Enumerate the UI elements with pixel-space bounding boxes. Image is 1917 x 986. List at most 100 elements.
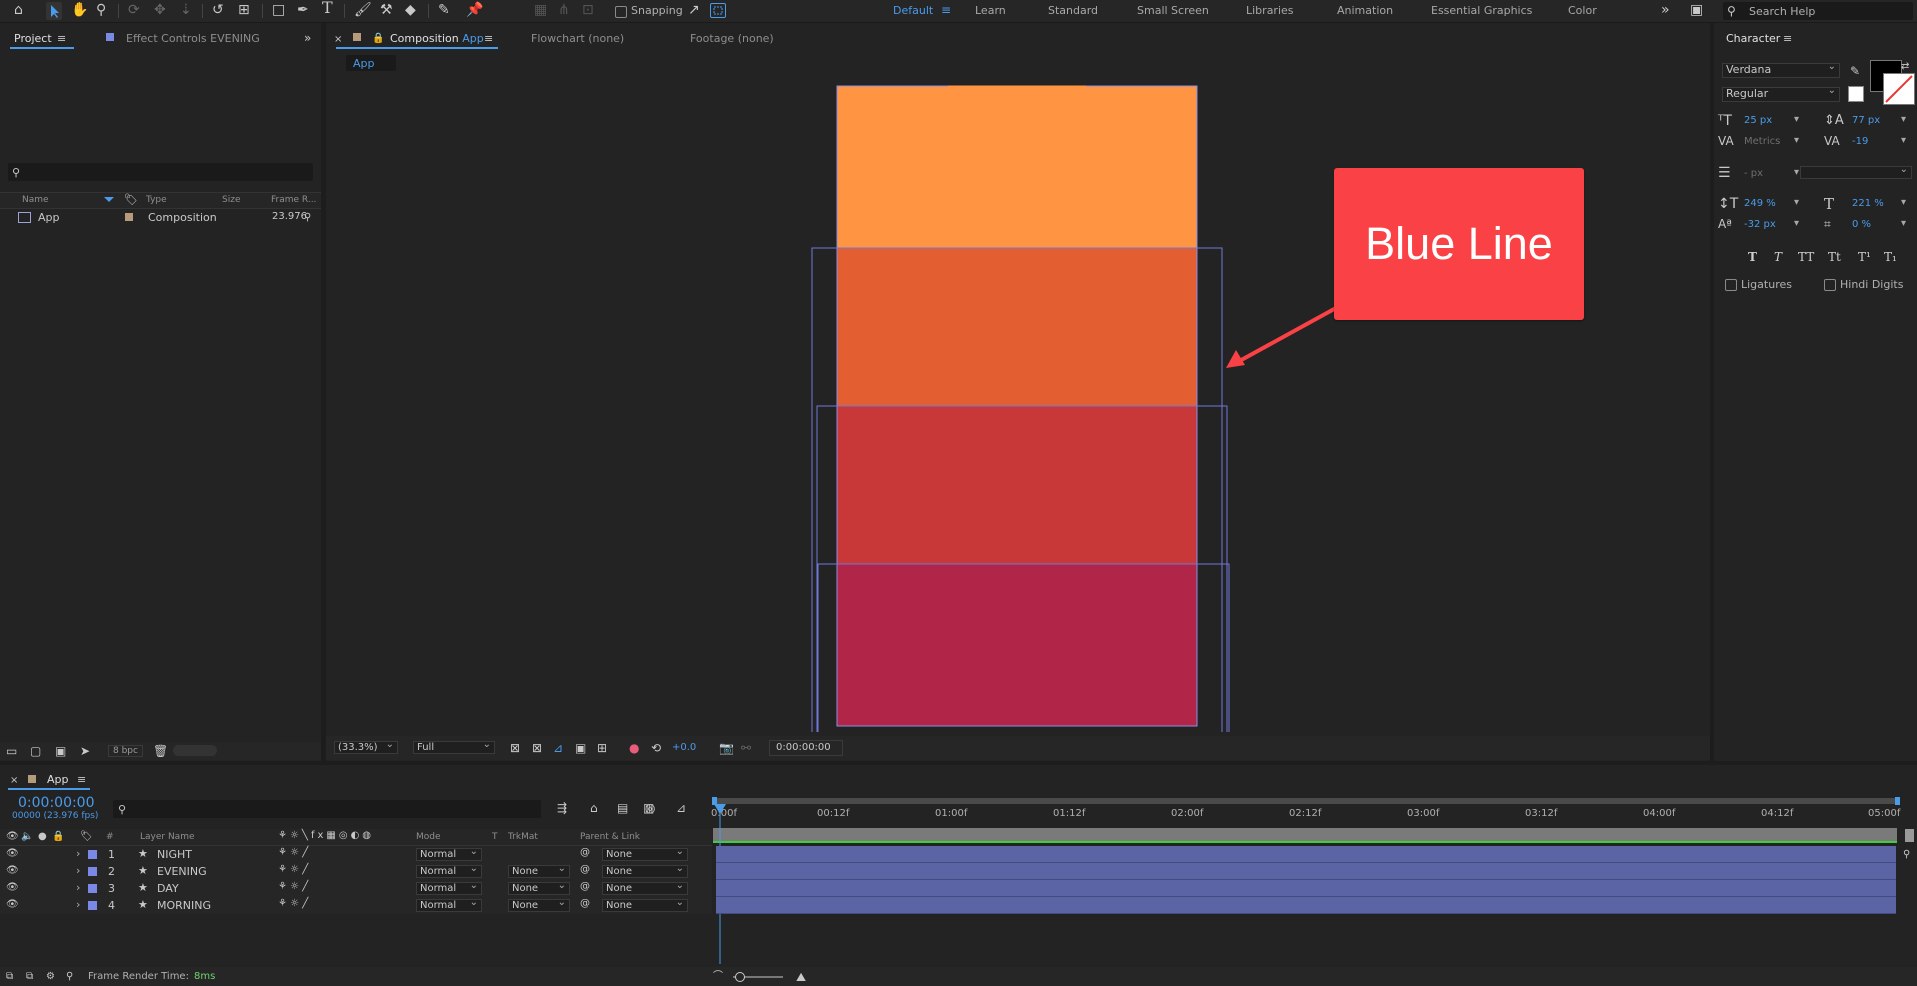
superscript-button[interactable]: T¹ (1858, 250, 1871, 264)
ligatures-checkbox[interactable] (1725, 279, 1737, 291)
layer-row[interactable]: 👁 › 3 ★ DAY ⚘ ☼ ╱ Normal None @ None (0, 880, 712, 897)
layer-row[interactable]: 👁 › 1 ★ NIGHT ⚘ ☼ ╱ Normal @ None (0, 846, 712, 863)
motion-blur-icon[interactable]: ◎ (645, 801, 655, 815)
resolution-dropdown[interactable]: Full (413, 739, 495, 754)
blend-mode-dropdown[interactable]: Normal (416, 846, 482, 861)
graph-editor-icon[interactable]: ⊿ (676, 801, 686, 815)
parent-dropdown[interactable]: None (602, 863, 688, 878)
layer-name[interactable]: EVENING (157, 865, 207, 878)
stroke-style-dropdown[interactable] (1800, 164, 1912, 179)
layer-name[interactable]: DAY (157, 882, 179, 895)
shy-switch-icon[interactable]: ⚘ ☼ ╱ (278, 898, 308, 909)
region-of-interest-icon[interactable]: ▣ (575, 741, 586, 755)
blend-mode-dropdown[interactable]: Normal (416, 897, 482, 912)
timeline-menu-icon[interactable]: ≡ (77, 773, 86, 787)
layer-duration-bar[interactable] (716, 863, 1896, 880)
timeline-search-icon: ⚲ (118, 803, 127, 816)
character-menu-icon[interactable]: ≡ (1783, 32, 1792, 46)
layer-label-swatch[interactable] (88, 850, 97, 859)
layer-row[interactable]: 👁 › 2 ★ EVENING ⚘ ☼ ╱ Normal None @ None (0, 863, 712, 880)
layer-duration-bar[interactable] (716, 897, 1896, 914)
swap-colors-icon[interactable]: ⇄ (1901, 60, 1909, 74)
show-snapshot-icon[interactable]: ⚯ (741, 741, 751, 755)
grid-guides-icon[interactable]: ⊞ (597, 741, 607, 755)
blend-mode-dropdown[interactable]: Normal (416, 880, 482, 895)
comp-marker-bin-icon[interactable]: ⚲ (1903, 848, 1910, 862)
zoom-in-icon[interactable]: ⛰ (796, 970, 806, 984)
hide-shy-layers-icon[interactable]: ▤ (617, 801, 628, 815)
hindi-digits-checkbox[interactable] (1824, 279, 1836, 291)
fast-previews-icon[interactable]: ⊠ (510, 741, 520, 755)
col-layer-name[interactable]: Layer Name (140, 832, 195, 842)
timeline-search-field[interactable] (113, 800, 541, 818)
reset-exposure-icon[interactable]: ⟲ (651, 741, 661, 755)
parent-dropdown[interactable]: None (602, 880, 688, 895)
in-out-toggle-icon[interactable]: ⚙ (46, 970, 55, 984)
timeline-zoom-handle[interactable] (735, 972, 745, 982)
zoom-out-icon[interactable]: ⌒ (713, 970, 723, 984)
subscript-button[interactable]: T₁ (1884, 250, 1897, 264)
layer-switches-toggle-icon[interactable]: ⧉ (6, 970, 13, 984)
visibility-eye-icon[interactable]: 👁 (6, 848, 19, 859)
transfer-controls-toggle-icon[interactable]: ⧉ (26, 970, 33, 984)
shy-switch-icon[interactable]: ⚘ ☼ ╱ (278, 864, 308, 875)
parent-dropdown[interactable]: None (602, 846, 688, 861)
transparency-grid-icon[interactable]: ⊠ (532, 741, 542, 755)
col-parent-link[interactable]: Parent & Link (580, 832, 640, 842)
render-time-toggle-icon[interactable]: ⚲ (66, 970, 73, 984)
track-matte-dropdown[interactable]: None (508, 897, 570, 912)
layer-label-swatch[interactable] (88, 901, 97, 910)
visibility-eye-icon[interactable]: 👁 (6, 899, 19, 910)
shy-switch-icon[interactable]: ⚘ ☼ ╱ (278, 847, 308, 858)
timeline-close-icon[interactable]: × (10, 774, 18, 788)
small-caps-button[interactable]: Tt (1828, 250, 1841, 264)
expand-chevron-icon[interactable]: › (76, 898, 80, 911)
parent-pickwhip-icon[interactable]: @ (580, 898, 590, 909)
font-family-dropdown[interactable]: Verdana (1722, 61, 1840, 78)
visibility-eye-icon[interactable]: 👁 (6, 865, 19, 876)
stroke-color-swatch[interactable] (1883, 73, 1915, 105)
current-time-display[interactable]: 0:00:00:00 (18, 795, 95, 811)
draft-3d-icon[interactable]: ⌂ (590, 801, 598, 815)
eyedropper-icon[interactable]: ✎ (1850, 64, 1860, 78)
work-area-end-handle[interactable] (1895, 797, 1900, 805)
layer-label-swatch[interactable] (88, 884, 97, 893)
parent-pickwhip-icon[interactable]: @ (580, 847, 590, 858)
timeline-end-marker[interactable] (1905, 829, 1914, 842)
exposure-value[interactable]: +0.0 (672, 742, 696, 753)
col-trkmat[interactable]: TrkMat (508, 832, 538, 842)
no-fill-swatch[interactable] (1848, 86, 1864, 102)
character-title[interactable]: Character (1726, 32, 1780, 45)
track-matte-dropdown[interactable]: None (508, 863, 570, 878)
work-area-bar[interactable] (713, 798, 1899, 804)
track-matte-dropdown[interactable]: None (508, 880, 570, 895)
color-channels-icon[interactable]: ● (629, 741, 639, 755)
font-size-chevron-icon: ▾ (1794, 114, 1800, 125)
timeline-comp-tab[interactable]: App (47, 773, 69, 786)
expand-chevron-icon[interactable]: › (76, 864, 80, 877)
parent-pickwhip-icon[interactable]: @ (580, 864, 590, 875)
font-style-dropdown[interactable]: Regular (1722, 85, 1840, 102)
viewer-timecode[interactable]: 0:00:00:00 (769, 740, 843, 756)
all-caps-button[interactable]: TT (1798, 250, 1814, 264)
layer-duration-bar[interactable] (716, 880, 1896, 897)
layer-name[interactable]: MORNING (157, 899, 211, 912)
layer-row[interactable]: 👁 › 4 ★ MORNING ⚘ ☼ ╱ Normal None @ None (0, 897, 712, 914)
mask-visibility-icon[interactable]: ⊿ (553, 741, 563, 755)
snapshot-icon[interactable]: 📷 (719, 741, 734, 755)
layer-duration-bar[interactable] (716, 846, 1896, 863)
layer-name[interactable]: NIGHT (157, 848, 192, 861)
parent-dropdown[interactable]: None (602, 897, 688, 912)
shy-switch-icon[interactable]: ⚘ ☼ ╱ (278, 881, 308, 892)
expand-chevron-icon[interactable]: › (76, 881, 80, 894)
col-mode[interactable]: Mode (416, 832, 441, 842)
expand-chevron-icon[interactable]: › (76, 847, 80, 860)
parent-pickwhip-icon[interactable]: @ (580, 881, 590, 892)
visibility-eye-icon[interactable]: 👁 (6, 882, 19, 893)
magnification-dropdown[interactable]: (33.3%) (334, 739, 398, 754)
faux-italic-button[interactable]: T (1774, 250, 1782, 264)
faux-bold-button[interactable]: T (1748, 250, 1757, 264)
blend-mode-dropdown[interactable]: Normal (416, 863, 482, 878)
layer-label-swatch[interactable] (88, 867, 97, 876)
composition-mini-flowchart-icon[interactable]: ⇶ (557, 801, 567, 815)
